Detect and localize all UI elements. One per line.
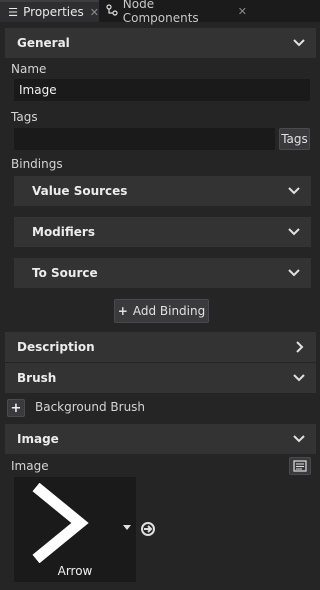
add-background-brush-button[interactable]: + — [7, 399, 25, 417]
section-image-header[interactable]: Image — [5, 424, 316, 454]
image-preview[interactable]: Arrow — [14, 477, 136, 582]
bindings-to-source-label: To Source — [32, 266, 98, 280]
bindings-modifiers-label: Modifiers — [32, 225, 95, 239]
bindings-value-sources-label: Value Sources — [32, 184, 128, 198]
plus-icon: + — [10, 400, 22, 416]
image-label: Image — [11, 459, 49, 473]
section-description-title: Description — [17, 340, 95, 354]
add-binding-label: Add Binding — [132, 304, 206, 318]
tags-button[interactable]: Tags — [279, 128, 310, 150]
section-brush-header[interactable]: Brush — [5, 363, 316, 393]
image-preview-caption: Arrow — [57, 564, 93, 578]
background-brush-label: Background Brush — [35, 400, 146, 414]
chevron-down-icon — [293, 374, 305, 382]
image-browser-button[interactable] — [289, 457, 311, 475]
close-icon[interactable]: ✕ — [238, 5, 247, 18]
name-input[interactable]: Image — [14, 79, 310, 101]
chevron-down-icon — [293, 435, 305, 443]
arrow-image-thumbnail — [32, 483, 89, 563]
bindings-to-source[interactable]: To Source — [14, 258, 311, 288]
close-icon[interactable]: ✕ — [90, 6, 99, 19]
node-components-icon — [106, 3, 119, 19]
section-brush-title: Brush — [17, 371, 57, 385]
section-description-header[interactable]: Description — [5, 332, 316, 362]
tags-label: Tags — [11, 110, 38, 124]
image-browser-icon — [293, 460, 307, 472]
tab-properties-label: Properties — [23, 5, 84, 19]
name-input-value: Image — [19, 83, 57, 97]
properties-list-icon: ☰ — [8, 5, 18, 19]
chevron-down-icon — [288, 228, 300, 236]
add-binding-button[interactable]: + Add Binding — [114, 299, 209, 323]
reset-icon[interactable] — [140, 521, 156, 537]
bindings-modifiers[interactable]: Modifiers — [14, 217, 311, 247]
bindings-label: Bindings — [11, 157, 63, 171]
tab-bar: ☰ Properties ✕ Node Components ✕ — [0, 0, 320, 25]
chevron-down-icon — [293, 39, 305, 47]
chevron-down-icon — [288, 269, 300, 277]
tab-properties[interactable]: ☰ Properties ✕ — [0, 0, 99, 22]
tab-node-components-label: Node Components — [122, 0, 199, 25]
chevron-right-icon — [296, 341, 304, 353]
section-image-title: Image — [17, 432, 59, 446]
bindings-value-sources[interactable]: Value Sources — [14, 176, 311, 206]
plus-icon: + — [117, 304, 128, 318]
dropdown-arrow-icon[interactable] — [122, 524, 132, 532]
name-label: Name — [11, 62, 47, 76]
section-general-title: General — [17, 36, 70, 50]
tab-node-components[interactable]: Node Components ✕ — [99, 0, 247, 25]
chevron-down-icon — [288, 187, 300, 195]
section-general-header[interactable]: General — [5, 28, 316, 58]
tags-input[interactable] — [14, 128, 275, 150]
